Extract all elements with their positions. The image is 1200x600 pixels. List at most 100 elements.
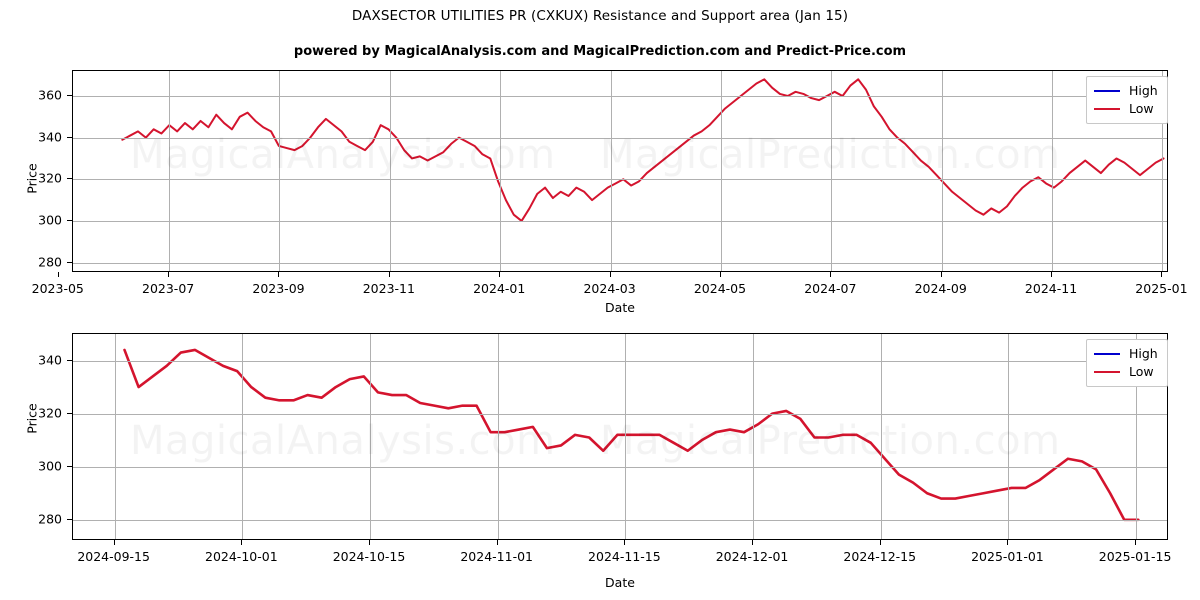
y-tick-label: 300 (38, 212, 62, 228)
x-tick-mark (624, 540, 626, 545)
y-tick-mark (67, 178, 72, 180)
x-tick-label: 2024-09-15 (77, 549, 150, 564)
x-tick-mark (113, 540, 115, 545)
y-tick-mark (67, 518, 72, 520)
gridline-vertical (497, 334, 499, 539)
legend-entry-low: Low (1094, 363, 1158, 381)
x-tick-label: 2024-11-01 (460, 549, 534, 564)
legend-entry-low: Low (1094, 100, 1158, 118)
gridline-vertical (625, 334, 627, 539)
legend-entry-high: High (1094, 82, 1158, 100)
x-tick-label: 2023-11 (362, 281, 415, 296)
x-tick-label: 2024-10-15 (332, 549, 406, 564)
x-tick-mark (168, 272, 170, 277)
legend-entry-high: High (1094, 345, 1158, 363)
x-tick-mark (1007, 540, 1009, 545)
x-tick-label: 2024-01 (473, 281, 526, 296)
x-tick-mark (1161, 272, 1163, 277)
gridline-vertical (242, 334, 244, 539)
x-tick-mark (752, 540, 754, 545)
gridline-vertical (831, 71, 833, 271)
gridline-vertical (1008, 334, 1010, 539)
bottom-chart-series-group (123, 348, 1140, 522)
x-tick-mark (57, 272, 59, 277)
gridline-horizontal (73, 519, 1167, 521)
x-tick-mark (369, 540, 371, 545)
x-tick-label: 2024-11-15 (588, 549, 661, 564)
x-tick-mark (940, 272, 942, 277)
chart-page: DAXSECTOR UTILITIES PR (CXKUX) Resistanc… (0, 0, 1200, 600)
y-tick-label: 280 (38, 511, 62, 527)
legend-swatch-low (1094, 108, 1120, 110)
legend-swatch-low (1094, 371, 1120, 373)
x-tick-label: 2023-07 (141, 281, 195, 296)
gridline-vertical (279, 71, 281, 271)
y-tick-mark (67, 94, 72, 96)
x-tick-label: 2025-01-01 (971, 549, 1044, 564)
bottom-chart-x-axis-title: Date (605, 575, 635, 590)
y-tick-label: 320 (38, 405, 62, 421)
legend-label-high: High (1129, 345, 1158, 361)
y-tick-label: 340 (38, 352, 62, 368)
top-chart-series-group (121, 78, 1165, 222)
bottom-chart-plot-area (72, 333, 1168, 540)
x-tick-label: 2024-10-01 (205, 549, 278, 564)
x-tick-label: 2025-01-15 (1098, 549, 1172, 564)
x-tick-label: 2024-03 (583, 281, 636, 296)
top-chart-panel: Price Date High Low 280 300 320 340 360 2023-… (0, 0, 1200, 315)
gridline-vertical (610, 71, 612, 271)
gridline-horizontal (73, 413, 1167, 415)
x-tick-label: 2024-05 (693, 281, 747, 296)
gridline-horizontal (73, 262, 1167, 264)
gridline-vertical (500, 71, 502, 271)
bottom-chart-legend: High Low (1086, 339, 1168, 387)
gridline-horizontal (73, 220, 1167, 222)
legend-label-low: Low (1129, 363, 1154, 379)
legend-label-low: Low (1129, 100, 1154, 116)
y-tick-mark (67, 465, 72, 467)
y-tick-mark (67, 359, 72, 361)
y-tick-label: 360 (38, 87, 62, 103)
x-tick-mark (499, 272, 501, 277)
legend-label-high: High (1129, 82, 1158, 98)
x-tick-label: 2024-07 (804, 281, 857, 296)
gridline-vertical (389, 71, 391, 271)
gridline-vertical (753, 334, 755, 539)
x-tick-label: 2023-05 (31, 281, 84, 296)
x-tick-mark (1135, 540, 1137, 545)
x-tick-mark (609, 272, 611, 277)
x-tick-mark (388, 272, 390, 277)
x-tick-mark (879, 540, 881, 545)
y-tick-mark (67, 219, 72, 221)
gridline-horizontal (73, 360, 1167, 362)
gridline-vertical (114, 334, 116, 539)
legend-swatch-high (1094, 90, 1120, 92)
legend-swatch-high (1094, 353, 1120, 355)
gridline-vertical (941, 71, 943, 271)
y-tick-label: 280 (38, 254, 62, 270)
x-tick-label: 2024-12-01 (715, 549, 789, 564)
top-chart-plot-area (72, 70, 1168, 272)
x-tick-label: 2025-01 (1135, 281, 1188, 296)
y-tick-label: 340 (38, 129, 62, 145)
x-tick-label: 2023-09 (252, 281, 305, 296)
x-tick-label: 2024-12-15 (843, 549, 917, 564)
y-tick-label: 300 (38, 458, 62, 474)
gridline-vertical (880, 334, 882, 539)
x-tick-mark (719, 272, 721, 277)
gridline-vertical (370, 334, 372, 539)
top-chart-legend: High Low (1086, 76, 1168, 124)
gridline-horizontal (73, 179, 1167, 181)
y-tick-mark (67, 412, 72, 414)
x-tick-label: 2024-09 (914, 281, 967, 296)
gridline-vertical (720, 71, 722, 271)
series-line-low (123, 348, 1140, 522)
gridline-horizontal (73, 137, 1167, 139)
y-tick-label: 320 (38, 170, 62, 186)
bottom-chart-panel: Price Date High Low 280 300 320 340 2024-09-… (0, 310, 1200, 600)
x-tick-label: 2024-11 (1024, 281, 1078, 296)
gridline-horizontal (73, 466, 1167, 468)
y-tick-mark (67, 136, 72, 138)
y-tick-mark (67, 261, 72, 263)
gridline-vertical (169, 71, 171, 271)
